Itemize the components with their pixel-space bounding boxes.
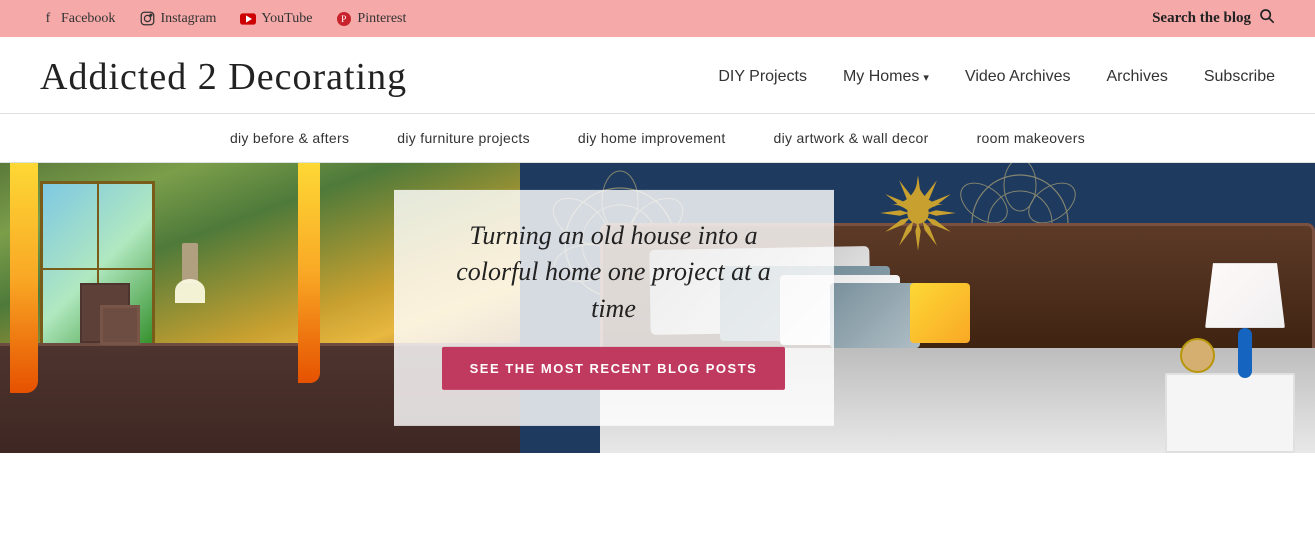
header: Addicted 2 Decorating DIY Projects My Ho… [0,37,1315,114]
main-nav: DIY Projects My Homes ▾ Video Archives A… [718,68,1275,86]
nav-video-archives[interactable]: Video Archives [965,68,1071,86]
instagram-link[interactable]: Instagram [139,11,216,27]
social-links: f Facebook Instagram YouTube P Pintere [40,11,406,27]
pinterest-link[interactable]: P Pinterest [336,11,406,27]
hero-cta-button[interactable]: SEE THE MOST RECENT BLOG POSTS [442,347,786,390]
facebook-icon: f [40,11,56,27]
subnav-room-makeovers[interactable]: room makeovers [977,130,1085,146]
nav-subscribe[interactable]: Subscribe [1204,68,1275,86]
svg-text:P: P [341,14,346,24]
sub-nav: diy before & afters diy furniture projec… [0,114,1315,163]
subnav-artwork-wall-decor[interactable]: diy artwork & wall decor [774,130,929,146]
instagram-icon [139,11,155,27]
nav-my-homes[interactable]: My Homes ▾ [843,68,929,86]
subnav-before-afters[interactable]: diy before & afters [230,130,349,146]
youtube-link[interactable]: YouTube [240,11,312,27]
hero-overlay: Turning an old house into a colorful hom… [394,190,834,426]
search-area[interactable]: Search the blog [1152,8,1275,29]
search-icon [1259,8,1275,29]
subnav-furniture-projects[interactable]: diy furniture projects [397,130,530,146]
pinterest-icon: P [336,11,352,27]
facebook-link[interactable]: f Facebook [40,11,115,27]
youtube-icon [240,11,256,27]
top-bar: f Facebook Instagram YouTube P Pintere [0,0,1315,37]
chevron-down-icon: ▾ [923,71,929,84]
youtube-label: YouTube [261,11,312,27]
search-label: Search the blog [1152,10,1251,27]
nav-diy-projects[interactable]: DIY Projects [718,68,807,86]
instagram-label: Instagram [160,11,216,27]
facebook-label: Facebook [61,11,115,27]
nav-archives[interactable]: Archives [1106,68,1167,86]
pinterest-label: Pinterest [357,11,406,27]
hero-tagline: Turning an old house into a colorful hom… [434,218,794,327]
subnav-home-improvement[interactable]: diy home improvement [578,130,726,146]
hero-section: ✦ [0,163,1315,453]
site-logo[interactable]: Addicted 2 Decorating [40,55,407,99]
